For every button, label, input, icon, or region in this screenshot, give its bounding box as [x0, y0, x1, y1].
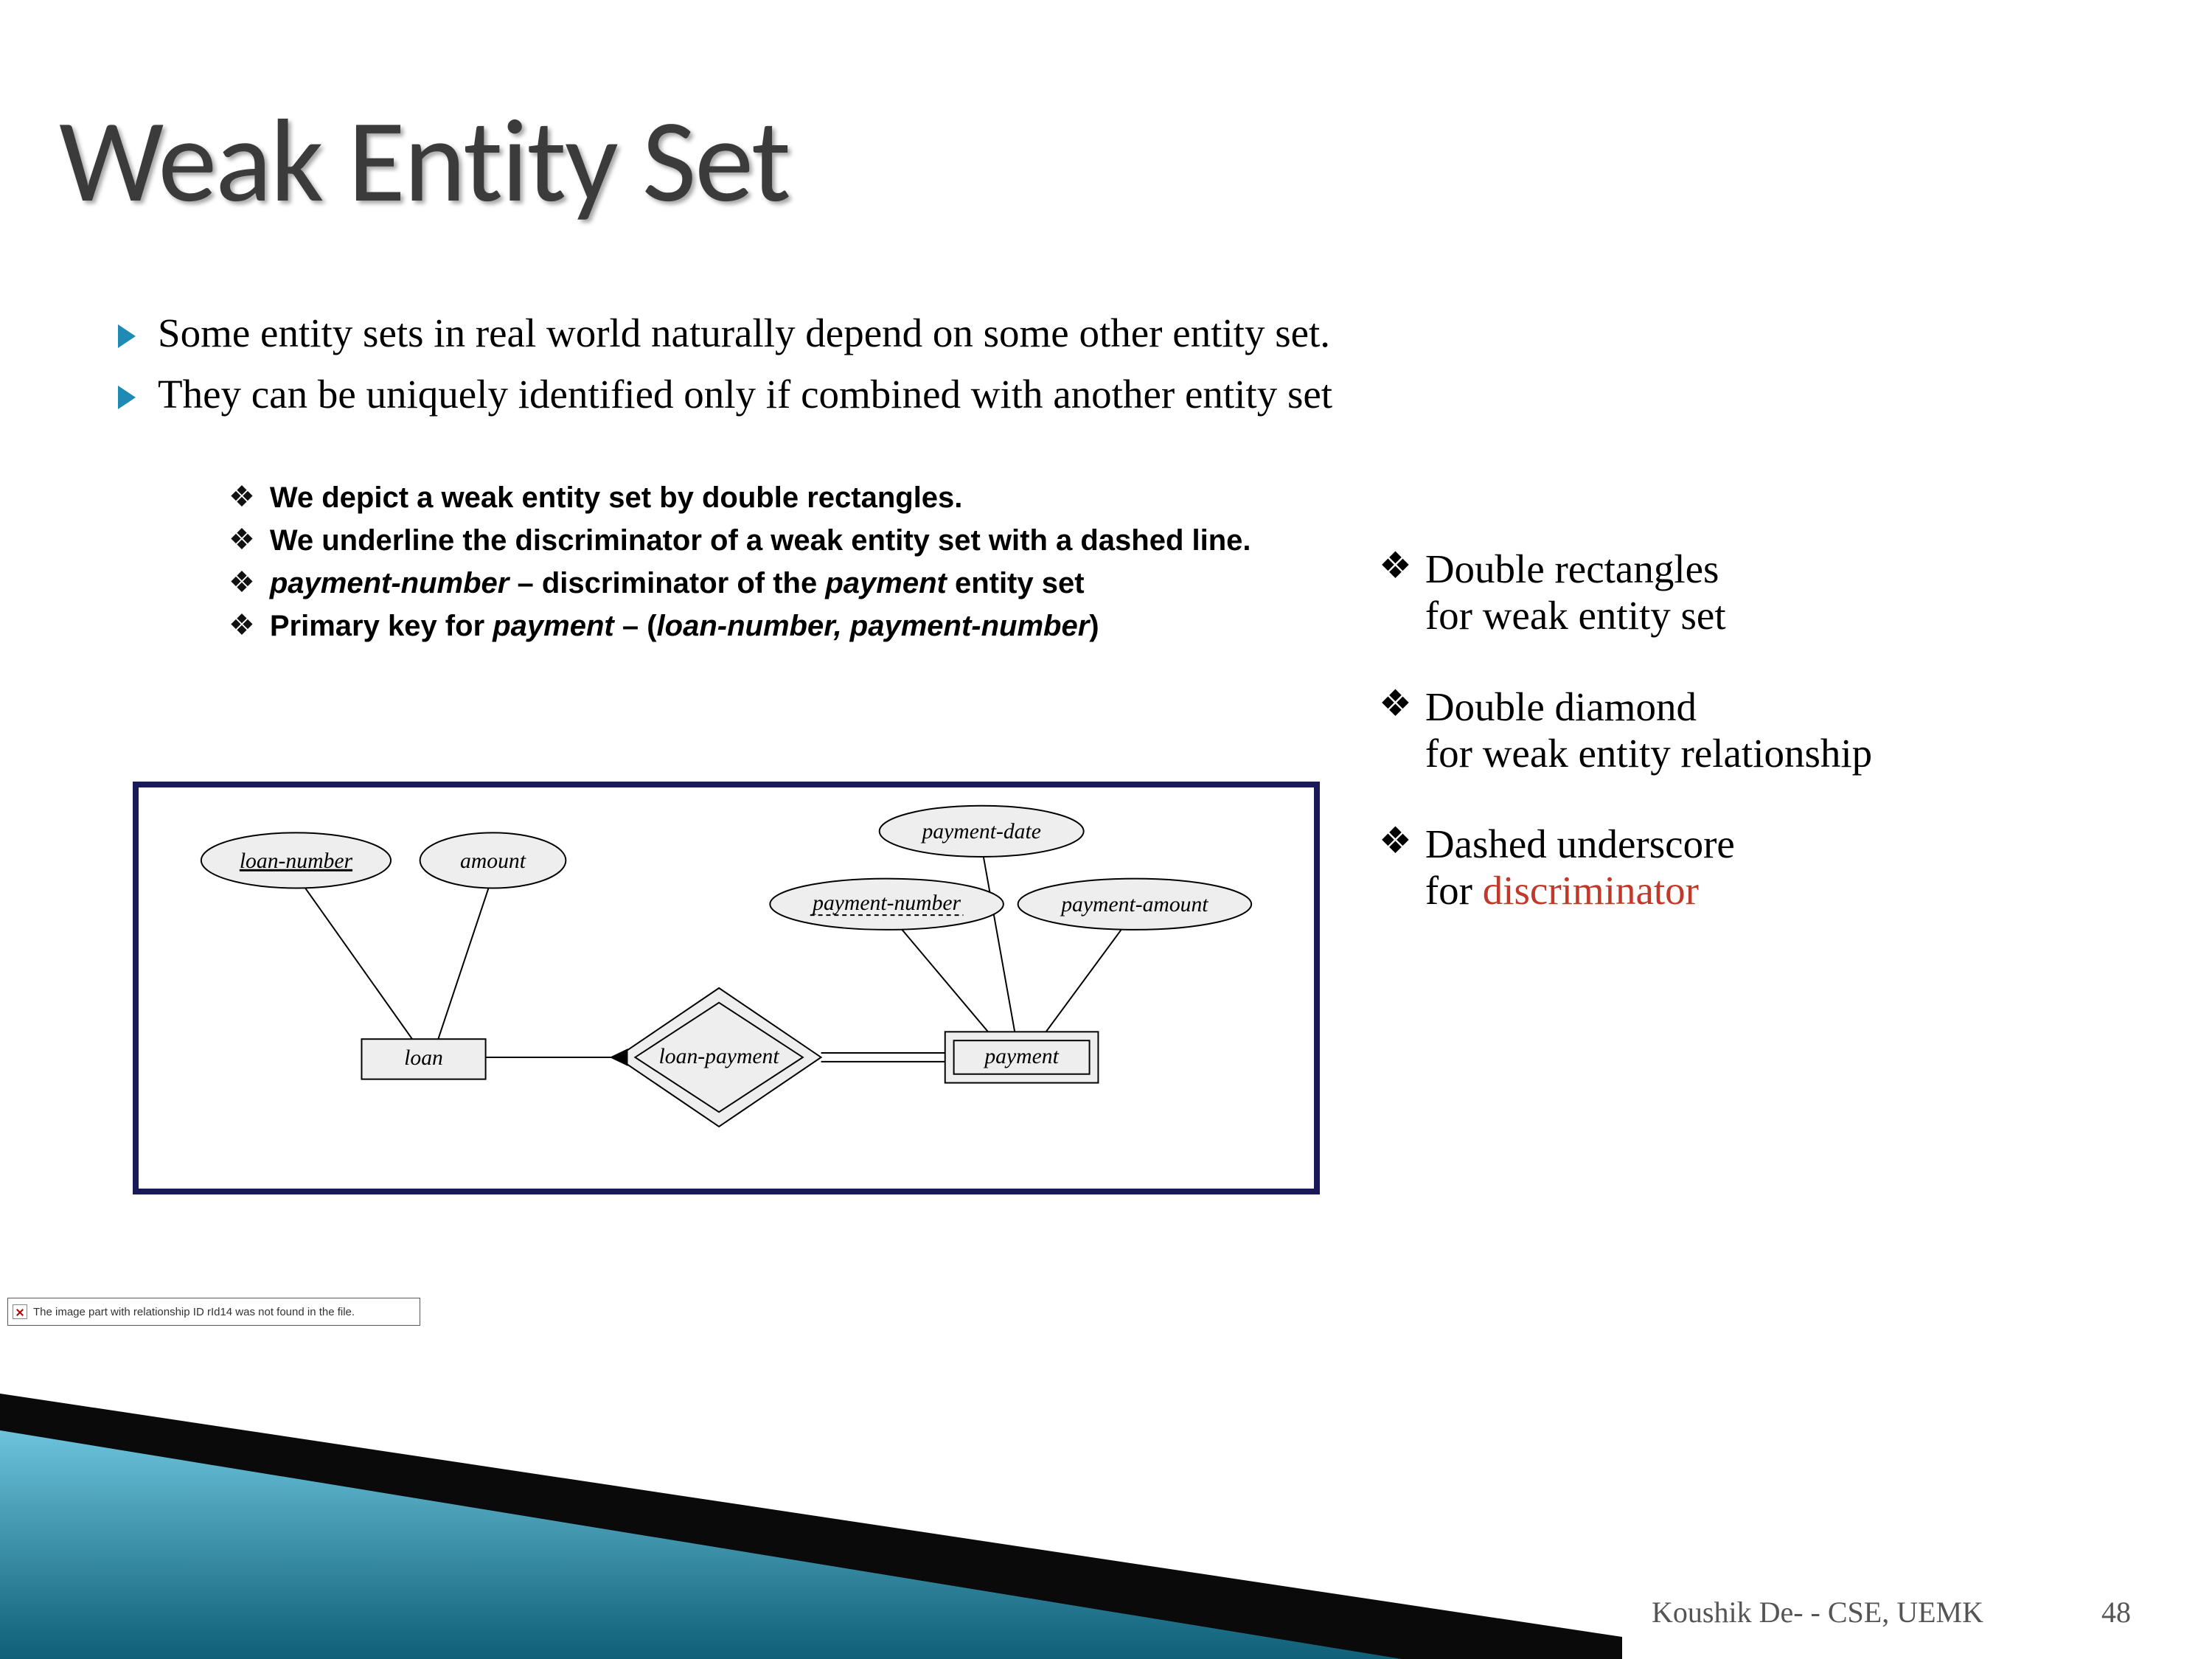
inner-bullets: ❖ We depict a weak entity set by double …	[229, 479, 1261, 650]
bullet-1: Some entity sets in real world naturally…	[118, 310, 2138, 356]
bullet-2: They can be uniquely identified only if …	[118, 371, 2138, 417]
diamond-bullet-icon: ❖	[229, 522, 255, 559]
inner-bullet-4: ❖ Primary key for payment – (loan-number…	[229, 608, 1261, 644]
er-diagram-svg: loan loan-number amount loan-payment pay…	[139, 787, 1314, 1189]
inner-bullet-1-text: We depict a weak entity set by double re…	[270, 479, 963, 516]
bullet-2-text: They can be uniquely identified only if …	[158, 371, 1332, 417]
inner-bullet-3-text: payment-number – discriminator of the pa…	[270, 565, 1085, 602]
error-icon	[13, 1304, 27, 1319]
corner-banner	[0, 1349, 1622, 1659]
triangle-bullet-icon	[118, 386, 136, 409]
triangle-bullet-icon	[118, 324, 136, 348]
missing-image-error: The image part with relationship ID rId1…	[7, 1298, 420, 1326]
diamond-bullet-icon: ❖	[1379, 546, 1412, 639]
right-bullet-3-text: Dashed underscorefor discriminator	[1425, 821, 1735, 914]
inner-bullet-2: ❖ We underline the discriminator of a we…	[229, 522, 1261, 559]
diamond-bullet-icon: ❖	[229, 608, 255, 644]
diamond-bullet-icon: ❖	[1379, 821, 1412, 914]
er-diagram: loan loan-number amount loan-payment pay…	[133, 782, 1320, 1194]
diamond-bullet-icon: ❖	[1379, 684, 1412, 777]
right-bullet-2: ❖ Double diamondfor weak entity relation…	[1379, 684, 2079, 777]
main-bullets: Some entity sets in real world naturally…	[118, 310, 2138, 432]
inner-bullet-4-text: Primary key for payment – (loan-number, …	[270, 608, 1099, 644]
footer-page-number: 48	[2101, 1595, 2131, 1630]
loan-entity-label: loan	[404, 1046, 443, 1070]
inner-bullet-3: ❖ payment-number – discriminator of the …	[229, 565, 1261, 602]
inner-bullet-1: ❖ We depict a weak entity set by double …	[229, 479, 1261, 516]
right-bullet-3: ❖ Dashed underscorefor discriminator	[1379, 821, 2079, 914]
payment-number-attr-label: payment-number	[811, 891, 961, 915]
diamond-bullet-icon: ❖	[229, 479, 255, 516]
bullet-1-text: Some entity sets in real world naturally…	[158, 310, 1330, 356]
loan-payment-rel-label: loan-payment	[659, 1045, 780, 1068]
payment-date-attr-label: payment-date	[920, 820, 1040, 844]
error-text: The image part with relationship ID rId1…	[33, 1306, 355, 1318]
inner-bullet-2-text: We underline the discriminator of a weak…	[270, 522, 1251, 559]
footer-author: Koushik De- - CSE, UEMK	[1652, 1595, 1983, 1630]
right-bullet-1: ❖ Double rectanglesfor weak entity set	[1379, 546, 2079, 639]
right-bullet-2-text: Double diamondfor weak entity relationsh…	[1425, 684, 1872, 777]
right-bullet-1-text: Double rectanglesfor weak entity set	[1425, 546, 1726, 639]
payment-amount-attr-label: payment-amount	[1060, 893, 1208, 917]
slide-title: Weak Entity Set	[59, 88, 790, 232]
amount-attr-label: amount	[460, 849, 526, 873]
slide-footer: Koushik De- - CSE, UEMK 48	[1652, 1595, 2131, 1630]
loan-number-attr-label: loan-number	[240, 849, 353, 873]
right-bullets: ❖ Double rectanglesfor weak entity set ❖…	[1379, 546, 2079, 959]
diamond-bullet-icon: ❖	[229, 565, 255, 602]
payment-entity-label: payment	[983, 1045, 1059, 1068]
